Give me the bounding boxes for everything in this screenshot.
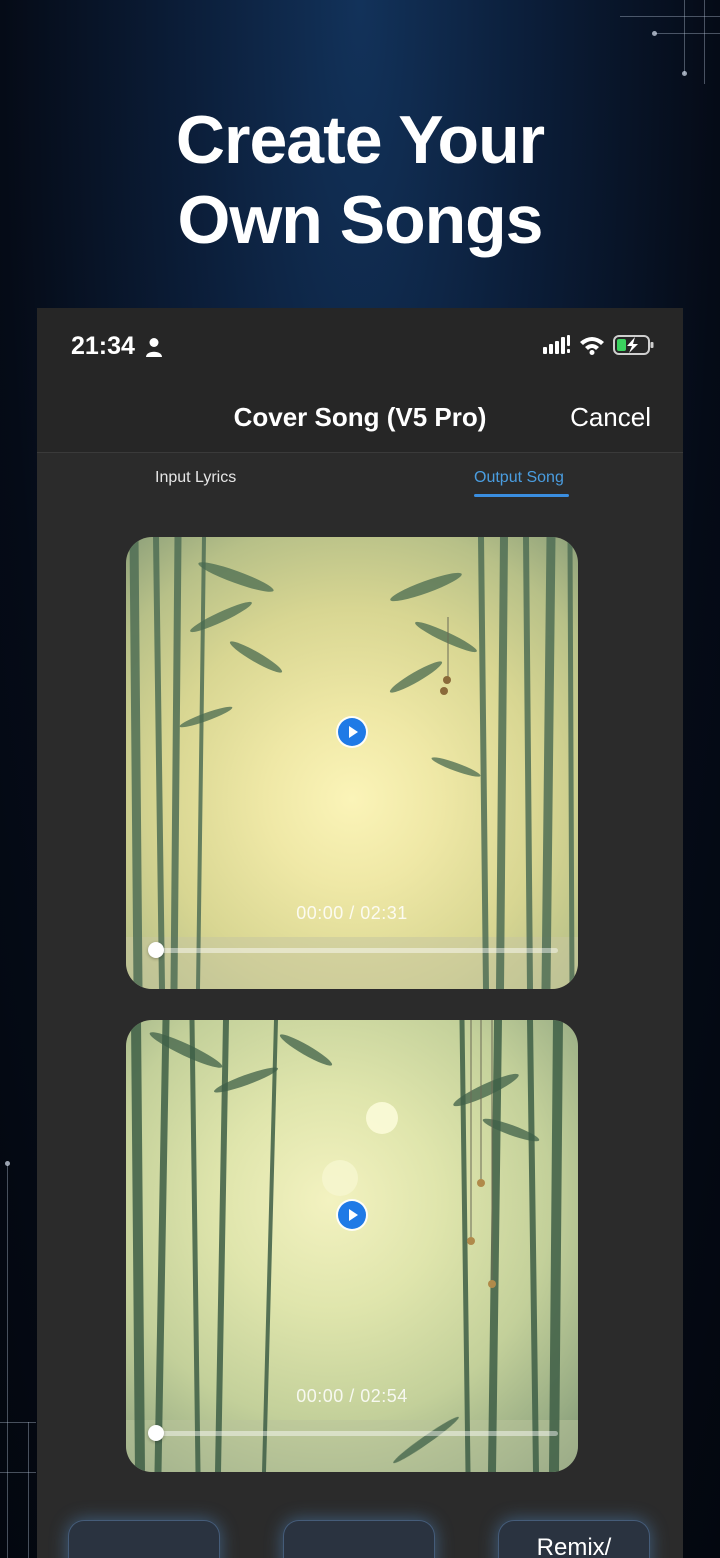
song-time: 00:00 / 02:31 xyxy=(296,903,408,923)
action-button-2-label xyxy=(283,1520,435,1536)
signal-icon xyxy=(543,335,570,354)
progress-slider[interactable] xyxy=(156,948,558,953)
nav-bar: Cover Song (V5 Pro) Cancel xyxy=(37,388,683,453)
remix-button-label: Remix/ xyxy=(536,1534,612,1558)
headline-line-2: Own Songs xyxy=(177,182,544,258)
tab-input-lyrics[interactable]: Input Lyrics xyxy=(155,469,236,487)
battery-charging-icon xyxy=(613,335,654,355)
action-button-2[interactable] xyxy=(283,1520,435,1558)
remix-button[interactable]: Remix/ xyxy=(498,1520,650,1558)
status-time: 21:34 xyxy=(71,332,135,360)
promo-headline: Create Your Own Songs xyxy=(0,100,720,260)
progress-knob[interactable] xyxy=(148,1425,164,1441)
song-card[interactable]: 00:00 / 02:31 xyxy=(126,537,578,989)
wifi-icon xyxy=(580,337,604,355)
progress-slider[interactable] xyxy=(156,1431,558,1436)
status-icons xyxy=(543,334,655,356)
status-bar: 21:34 xyxy=(37,308,683,388)
play-button[interactable] xyxy=(338,718,366,746)
headline-line-1: Create Your xyxy=(175,102,545,178)
cancel-button[interactable]: Cancel xyxy=(570,402,651,433)
tab-output-song[interactable]: Output Song xyxy=(474,469,564,487)
active-tab-indicator xyxy=(474,494,569,497)
song-card[interactable]: 00:00 / 02:54 xyxy=(126,1020,578,1472)
tab-bar: Input Lyrics Output Song xyxy=(37,453,683,503)
song-time: 00:00 / 02:54 xyxy=(296,1386,408,1406)
play-button[interactable] xyxy=(338,1201,366,1229)
app-screen: 21:34 Cover Song (V5 Pro) Cancel Input L… xyxy=(37,308,683,1558)
action-button-1[interactable] xyxy=(68,1520,220,1558)
action-button-1-label xyxy=(68,1520,220,1536)
progress-knob[interactable] xyxy=(148,942,164,958)
person-icon xyxy=(146,338,162,357)
